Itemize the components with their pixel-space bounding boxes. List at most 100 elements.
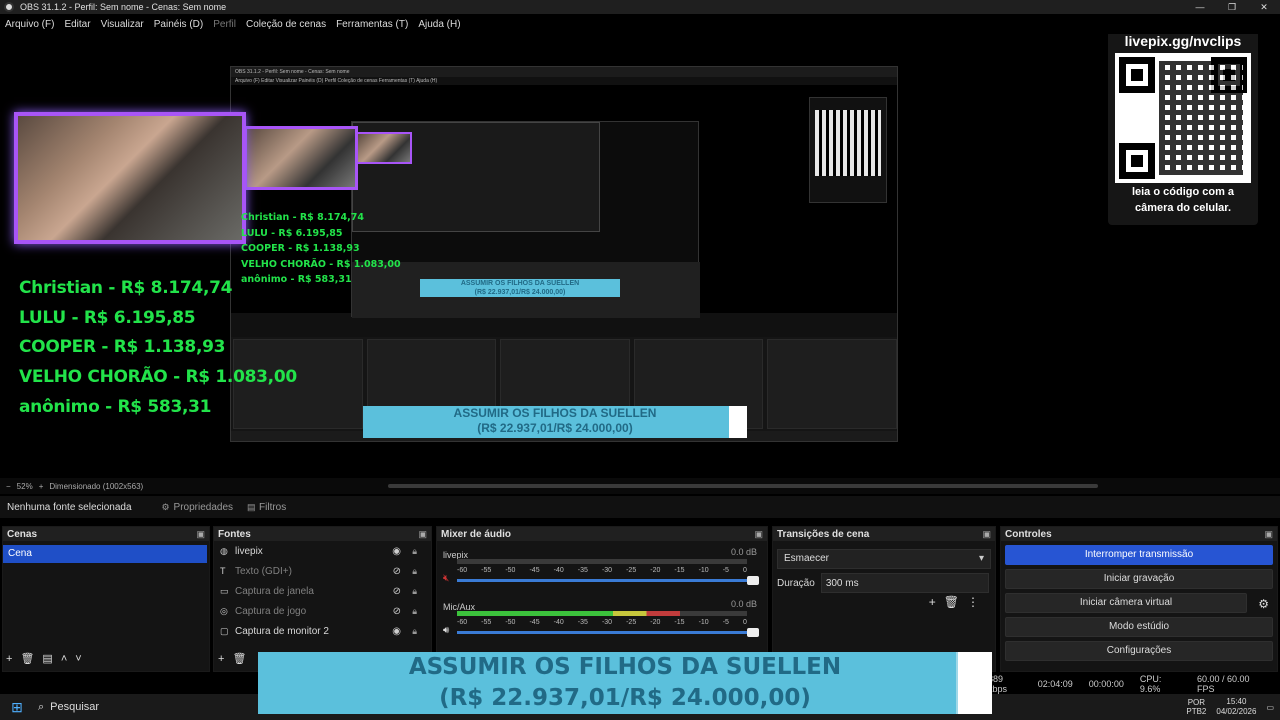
dock-menu-icon[interactable]: ▣ xyxy=(418,529,427,540)
scaled-resolution: Dimensionado (1002x563) xyxy=(49,481,144,491)
qr-caption-line1: leia o código com a xyxy=(1131,186,1235,198)
monitor-icon: ▢ xyxy=(220,626,229,636)
virtual-camera-settings-icon[interactable]: ⚙ xyxy=(1258,597,1269,611)
speaker-muted-icon[interactable]: 🔇︎ xyxy=(443,573,449,584)
more-icon[interactable]: ⋮ xyxy=(967,595,987,609)
donor-small-3: COOPER - R$ 1.138,93 xyxy=(241,243,360,255)
studio-mode-button[interactable]: Modo estúdio xyxy=(1005,617,1273,637)
dock-menu-icon[interactable]: ▣ xyxy=(754,529,763,540)
scale-tick: -35 xyxy=(577,619,588,626)
dock-menu-icon[interactable]: ▣ xyxy=(982,529,991,540)
audio-mixer-dock: Mixer de áudio ▣ livepix 0.0 dB -60 -55 -50… xyxy=(436,526,768,672)
webcam-feed-small xyxy=(244,126,358,190)
add-source-icon[interactable]: + xyxy=(218,653,232,665)
notification-icon[interactable]: ▭ xyxy=(1266,703,1274,712)
scale-tick: -40 xyxy=(553,567,564,574)
scale-tick: 0 xyxy=(742,619,747,626)
scale-tick: -35 xyxy=(577,567,588,574)
scene-filters-icon[interactable]: ▤ xyxy=(42,653,60,665)
remove-scene-icon[interactable]: 🗑︎ xyxy=(20,653,42,665)
menu-ajuda[interactable]: Ajuda (H) xyxy=(418,19,460,30)
add-scene-icon[interactable]: + xyxy=(6,653,20,665)
volume-slider[interactable] xyxy=(457,628,759,637)
remove-source-icon[interactable]: 🗑︎ xyxy=(232,653,254,665)
windows-start-icon[interactable]: ⊞ xyxy=(0,699,34,716)
channel-db: 0.0 dB xyxy=(730,547,757,557)
menu-colecao-de-cenas[interactable]: Coleção de cenas xyxy=(246,19,326,30)
source-item-captura-janela[interactable]: ▭ Captura de janela ⊘ 🔒︎ xyxy=(214,581,431,601)
start-recording-button[interactable]: Iniciar gravação xyxy=(1005,569,1273,589)
search-icon: ⌕ xyxy=(38,700,45,713)
menu-arquivo[interactable]: Arquivo (F) xyxy=(5,19,54,30)
search-label: Pesquisar xyxy=(50,701,100,713)
zoom-level: 52% xyxy=(16,481,33,491)
menu-ferramentas[interactable]: Ferramentas (T) xyxy=(336,19,408,30)
lock-icon[interactable]: 🔒︎ xyxy=(412,606,417,617)
transition-select[interactable]: Esmaecer xyxy=(777,549,991,569)
window-icon: ▭ xyxy=(220,586,229,596)
menu-editar[interactable]: Editar xyxy=(64,19,90,30)
slider-knob[interactable] xyxy=(747,628,759,637)
zoom-in-icon[interactable]: + xyxy=(39,482,44,491)
scale-tick: -30 xyxy=(601,619,613,626)
eye-hidden-icon[interactable]: ⊘ xyxy=(393,606,401,617)
donor-3: COOPER - R$ 1.138,93 xyxy=(19,337,226,358)
eye-icon[interactable]: ◉ xyxy=(392,546,401,557)
minimize-button[interactable]: — xyxy=(1184,0,1216,14)
duration-input[interactable] xyxy=(820,573,989,593)
volume-meter xyxy=(457,611,747,616)
source-item-livepix[interactable]: ◍ livepix ◉ 🔒︎ xyxy=(214,541,431,561)
source-item-captura-jogo[interactable]: ◎ Captura de jogo ⊘ 🔒︎ xyxy=(214,601,431,621)
stop-stream-button[interactable]: Interromper transmissão xyxy=(1005,545,1273,565)
dock-menu-icon[interactable]: ▣ xyxy=(1264,529,1273,540)
cpu-usage: CPU: 9.6% xyxy=(1139,674,1162,694)
source-item-captura-monitor[interactable]: ▢ Captura de monitor 2 ◉ 🔒︎ xyxy=(214,621,431,641)
zoom-out-icon[interactable]: − xyxy=(6,482,11,491)
scene-item[interactable]: Cena xyxy=(3,545,207,563)
preview-scrollbar[interactable] xyxy=(388,484,1098,488)
goal-small-remaining xyxy=(729,406,747,438)
text-icon: T xyxy=(220,566,226,576)
add-icon[interactable]: + xyxy=(929,595,944,609)
lock-icon[interactable]: 🔒︎ xyxy=(412,626,417,637)
source-item-texto[interactable]: T Texto (GDI+) ⊘ 🔒︎ xyxy=(214,561,431,581)
eye-icon[interactable]: ◉ xyxy=(392,626,401,637)
source-label: Captura de monitor 2 xyxy=(235,625,329,637)
scale-tick: -15 xyxy=(674,619,685,626)
trash-icon[interactable]: 🗑︎ xyxy=(944,595,967,609)
taskbar-clock[interactable]: 15:40 04/02/2026 xyxy=(1216,697,1256,717)
lock-icon[interactable]: 🔒︎ xyxy=(412,566,417,577)
mixer-title: Mixer de áudio xyxy=(441,528,512,540)
filters-button[interactable]: ▤ Filtros xyxy=(247,502,286,513)
eye-hidden-icon[interactable]: ⊘ xyxy=(393,586,401,597)
eye-hidden-icon[interactable]: ⊘ xyxy=(393,566,401,577)
goal-bar: ASSUMIR OS FILHOS DA SUELLEN (R$ 22.937,… xyxy=(258,652,992,714)
scale-tick: -30 xyxy=(601,567,613,574)
scenes-toolbar: +🗑︎▤˄˅ xyxy=(6,652,90,665)
move-up-icon[interactable]: ˄ xyxy=(61,653,75,665)
lock-icon[interactable]: 🔒︎ xyxy=(412,586,417,597)
lock-icon[interactable]: 🔒︎ xyxy=(412,546,417,557)
move-down-icon[interactable]: ˅ xyxy=(75,653,89,665)
qr-link-text: livepix.gg/nvclips xyxy=(1124,34,1242,49)
speaker-icon[interactable]: 🔊︎ xyxy=(443,625,449,636)
taskbar-search[interactable]: ⌕ Pesquisar xyxy=(38,696,218,718)
source-label: Texto (GDI+) xyxy=(235,565,292,577)
start-virtual-camera-button[interactable]: Iniciar câmera virtual xyxy=(1005,593,1247,613)
volume-slider[interactable] xyxy=(457,576,759,585)
language-indicator[interactable]: POR PTB2 xyxy=(1186,698,1206,716)
dock-menu-icon[interactable]: ▣ xyxy=(196,529,205,540)
filters-label: Filtros xyxy=(259,501,287,513)
settings-button[interactable]: Configurações xyxy=(1005,641,1273,661)
scene-transitions-dock: Transições de cena ▣ Esmaecer Duração +🗑︎… xyxy=(772,526,996,672)
close-button[interactable]: ✕ xyxy=(1248,0,1280,14)
slider-knob[interactable] xyxy=(747,576,759,585)
menu-paineis[interactable]: Painéis (D) xyxy=(154,19,203,30)
menu-visualizar[interactable]: Visualizar xyxy=(101,19,144,30)
goal-bar-tiny: ASSUMIR OS FILHOS DA SUELLEN (R$ 22.937,… xyxy=(420,279,620,297)
goal-remaining xyxy=(956,652,992,714)
scale-tick: -55 xyxy=(481,619,492,626)
restore-button[interactable]: ❐ xyxy=(1216,0,1248,14)
properties-button[interactable]: ⚙ Propriedades xyxy=(162,502,233,513)
preview-canvas[interactable]: OBS 31.1.2 - Perfil: Sem nome - Cenas: S… xyxy=(0,34,1280,478)
